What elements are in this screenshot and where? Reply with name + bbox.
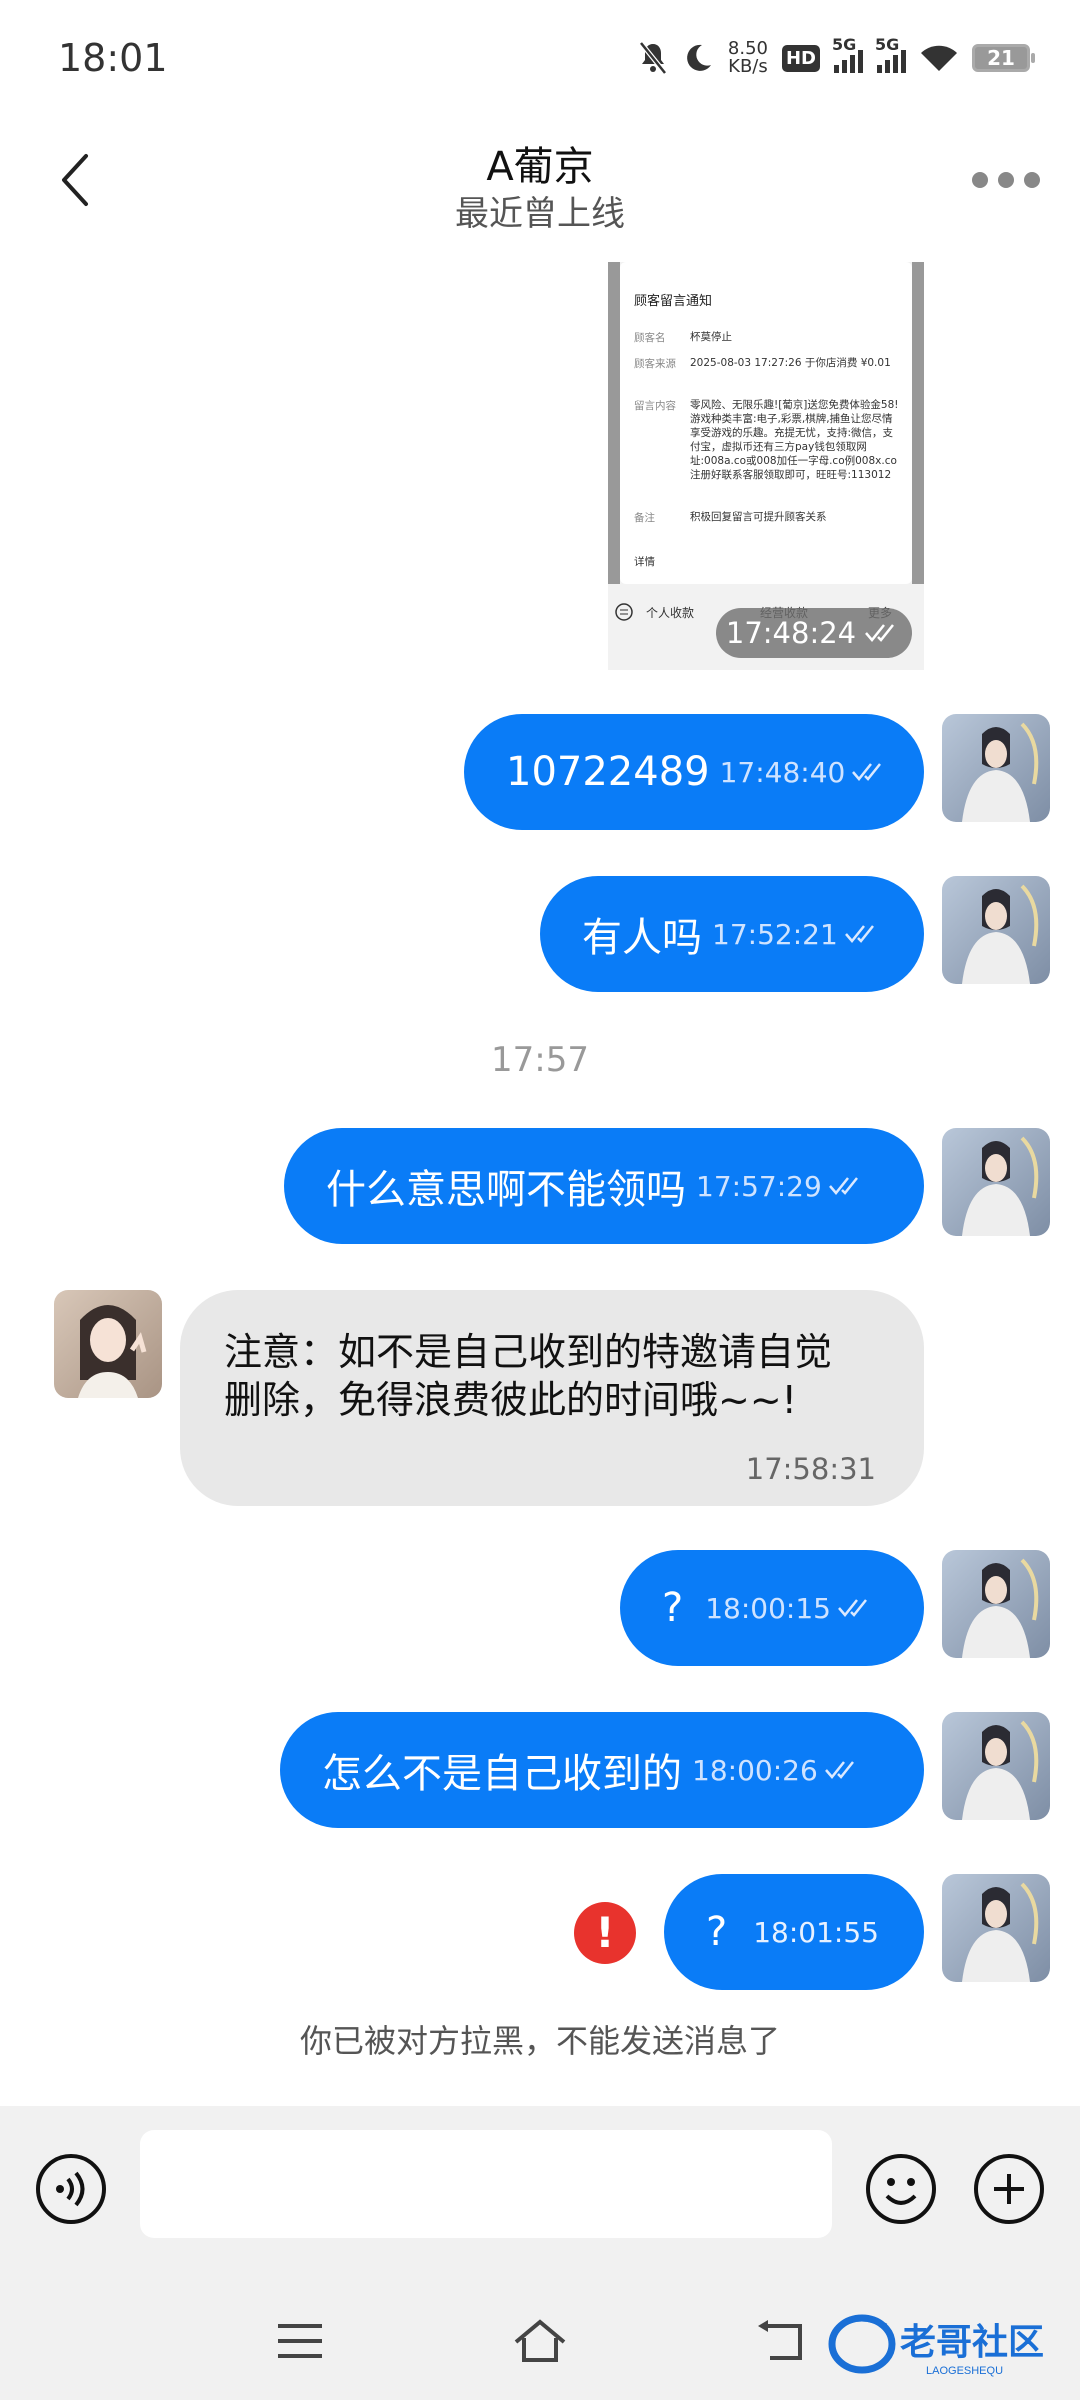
emoji-icon[interactable] xyxy=(864,2152,938,2226)
time-text: 17:57:29 xyxy=(696,1169,822,1203)
double-check-icon xyxy=(852,763,882,781)
moon-icon xyxy=(687,44,711,71)
menu-circle-icon xyxy=(615,603,633,621)
time-text: 17:48:40 xyxy=(719,755,846,789)
image-timestamp: 17:48:24 xyxy=(716,608,912,658)
message-time: 18:00:15 xyxy=(705,1592,875,1625)
watermark-text: 老哥社区 xyxy=(900,2321,1044,2362)
message-text: 10722489 xyxy=(506,749,710,795)
message-time: 17:57:29 xyxy=(696,1170,866,1203)
row-value: 零风险、无限乐趣![葡京]送您免费体验金58!游戏种类丰富:电子,彩票,棋牌,捕… xyxy=(690,399,899,481)
wifi-icon xyxy=(921,45,957,71)
time-separator: 17:57 xyxy=(491,1040,589,1080)
status-bar: 18:01 8.50 KB/s HD 5G 5G 21 xyxy=(0,0,1080,120)
double-check-icon xyxy=(838,1599,867,1617)
notification-card: 顾客留言通知 顾客名 杯莫停止 顾客来源 2025-08-03 17:27:26… xyxy=(620,262,912,584)
my-avatar[interactable] xyxy=(942,1128,1050,1236)
double-check-icon xyxy=(828,1177,858,1195)
net-speed-unit: KB/s xyxy=(728,56,768,77)
row-label: 顾客来源 xyxy=(634,358,676,370)
detail-link: 详情 xyxy=(634,556,655,568)
message-time: 17:48:40 xyxy=(720,756,890,789)
status-icons: 8.50 KB/s HD 5G 5G 21 xyxy=(638,35,1035,80)
my-avatar[interactable] xyxy=(942,1712,1050,1820)
back-nav-icon[interactable] xyxy=(754,2316,810,2366)
message-text: 注意：如不是自己收到的特邀请自觉删除，免得浪费彼此的时间哦~~! xyxy=(224,1330,833,1422)
outgoing-message-failed[interactable]: ? 18:01:55 xyxy=(664,1874,924,1990)
my-avatar[interactable] xyxy=(942,876,1050,984)
time-text: 18:01:55 xyxy=(753,1915,879,1949)
message-time: 17:52:21 xyxy=(712,918,882,951)
my-avatar[interactable] xyxy=(942,1550,1050,1658)
status-time: 18:01 xyxy=(58,36,168,80)
message-text: ? xyxy=(662,1585,684,1631)
image-time: 17:48:24 xyxy=(725,616,857,650)
message-time: 18:00:26 xyxy=(692,1754,862,1787)
sim1-label: 5G xyxy=(832,35,857,54)
net-speed: 8.50 KB/s xyxy=(728,40,768,76)
shared-image[interactable]: 顾客留言通知 顾客名 杯莫停止 顾客来源 2025-08-03 17:27:26… xyxy=(608,262,924,670)
sim2-label: 5G xyxy=(875,35,900,54)
outgoing-message[interactable]: 怎么不是自己收到的 18:00:26 xyxy=(280,1712,924,1828)
double-check-icon xyxy=(844,925,874,943)
chat-header: A葡京 最近曾上线 xyxy=(0,120,1080,260)
message-text: ? xyxy=(706,1909,728,1955)
message-text: 有人吗 xyxy=(582,915,702,961)
signal-2-icon: 5G xyxy=(875,35,906,73)
time-text: 18:00:15 xyxy=(705,1591,831,1625)
my-avatar[interactable] xyxy=(942,1874,1050,1982)
message-time: 18:01:55 xyxy=(753,1916,879,1949)
watermark-logo: 老哥社区 LAOGESHEQU xyxy=(828,2314,1044,2377)
double-check-icon xyxy=(824,1761,854,1779)
image-edge-right xyxy=(912,262,924,584)
blocked-notice: 你已被对方拉黑，不能发送消息了 xyxy=(299,2022,780,2060)
time-text: 17:52:21 xyxy=(712,917,838,951)
row-value: 2025-08-03 17:27:26 于你店消费 ¥0.01 xyxy=(690,357,891,369)
signal-1-icon: 5G xyxy=(832,35,863,73)
contact-avatar[interactable] xyxy=(54,1290,162,1398)
message-text: 怎么不是自己收到的 xyxy=(322,1751,682,1797)
battery-icon: 21 xyxy=(972,44,1035,72)
time-text: 18:00:26 xyxy=(692,1753,818,1787)
outgoing-message[interactable]: 10722489 17:48:40 xyxy=(464,714,924,830)
contact-name[interactable]: A葡京 xyxy=(0,134,1080,192)
my-avatar[interactable] xyxy=(942,714,1050,822)
recents-menu-icon[interactable] xyxy=(272,2316,328,2366)
image-tab: 个人收款 xyxy=(646,606,695,620)
message-text: 什么意思啊不能领吗 xyxy=(326,1167,686,1213)
image-edge-left xyxy=(608,262,620,584)
input-bar xyxy=(0,2106,1080,2276)
incoming-message[interactable]: 注意：如不是自己收到的特邀请自觉删除，免得浪费彼此的时间哦~~! 17:58:3… xyxy=(180,1290,924,1506)
send-failed-icon[interactable]: ! xyxy=(574,1902,636,1964)
card-heading: 顾客留言通知 xyxy=(634,294,713,309)
row-value: 杯莫停止 xyxy=(690,331,732,343)
message-time: 17:58:31 xyxy=(745,1452,876,1486)
row-label: 顾客名 xyxy=(634,332,666,344)
mute-bell-icon xyxy=(638,41,667,75)
outgoing-message[interactable]: 什么意思啊不能领吗 17:57:29 xyxy=(284,1128,924,1244)
outgoing-message[interactable]: 有人吗 17:52:21 xyxy=(540,876,924,992)
row-label: 备注 xyxy=(634,512,655,524)
more-options-icon[interactable] xyxy=(972,172,1040,188)
outgoing-message[interactable]: ? 18:00:15 xyxy=(620,1550,924,1666)
home-icon[interactable] xyxy=(512,2316,568,2366)
add-icon[interactable] xyxy=(972,2152,1046,2226)
double-check-icon xyxy=(865,624,895,642)
hd-icon: HD xyxy=(781,44,820,72)
message-input[interactable] xyxy=(140,2130,832,2238)
system-nav-bar: 老哥社区 LAOGESHEQU xyxy=(0,2276,1080,2400)
row-value: 积极回复留言可提升顾客关系 xyxy=(690,511,827,523)
row-label: 留言内容 xyxy=(634,400,676,412)
voice-icon[interactable] xyxy=(34,2152,108,2226)
watermark-subtext: LAOGESHEQU xyxy=(926,2365,1003,2377)
contact-status: 最近曾上线 xyxy=(455,194,625,234)
